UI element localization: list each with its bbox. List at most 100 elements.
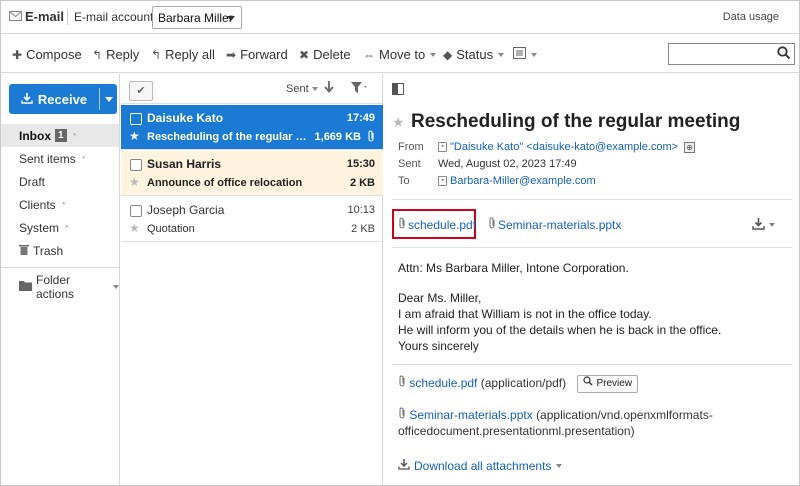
message-checkbox[interactable] (130, 205, 142, 217)
star-icon[interactable]: ★ (129, 175, 140, 189)
attachment-name-link[interactable]: Seminar-materials.pptx (409, 408, 532, 422)
sent-value: Wed, August 02, 2023 17:49 (438, 158, 577, 170)
sort-direction-icon[interactable] (324, 81, 334, 96)
reply-all-icon: ↰ (151, 47, 162, 62)
reply-all-button[interactable]: ↰ Reply all (151, 47, 215, 62)
sidebar-item-draft[interactable]: Draft (1, 170, 119, 193)
body-line: Dear Ms. Miller, (398, 291, 482, 305)
reply-all-label: Reply all (165, 47, 215, 62)
sidebar-item-label: System (19, 220, 60, 235)
status-button[interactable]: ◆ Status (443, 47, 505, 62)
preview-button[interactable]: Preview (577, 375, 639, 393)
forward-icon: ➡ (226, 47, 237, 62)
divider (392, 364, 792, 365)
preview-label: Preview (596, 378, 633, 389)
search-input[interactable] (669, 44, 769, 64)
message-subject: Quotation (147, 223, 195, 235)
sort-select[interactable]: Sent (286, 83, 318, 95)
chevron-down-icon (113, 285, 119, 289)
list-header: ✔ Sent (121, 74, 383, 104)
paperclip-icon (488, 217, 496, 232)
message-checkbox[interactable] (130, 113, 142, 125)
attachment-name-link[interactable]: schedule.pdf (409, 376, 477, 390)
star-icon[interactable]: ★ (129, 221, 140, 235)
star-icon[interactable]: ★ (392, 114, 405, 131)
app-title[interactable]: E-mail (9, 9, 64, 24)
sidebar-item-trash[interactable]: Trash (1, 239, 119, 262)
body-line: I am afraid that William is not in the o… (398, 307, 652, 321)
select-all-checkbox[interactable]: ✔ (129, 81, 153, 101)
body-line: Attn: Ms Barbara Miller, Intone Corporat… (398, 261, 629, 275)
search-icon[interactable] (777, 46, 791, 63)
delete-button[interactable]: ✖ Delete (299, 47, 351, 62)
from-value: ▪ "Daisuke Kato" <daisuke-kato@example.c… (438, 141, 696, 153)
chevron-down-icon (227, 16, 235, 21)
receive-dropdown-icon[interactable] (105, 97, 113, 102)
user-icon: ▪ (438, 142, 447, 152)
sidebar-item-sent-items[interactable]: Sent items ◔ (1, 147, 119, 170)
search-box (668, 43, 795, 65)
feed-icon: ◔ (59, 199, 66, 210)
to-value: ▪ Barbara-Miller@example.com (438, 175, 596, 187)
message-time: 10:13 (347, 204, 375, 216)
reply-button[interactable]: ↰ Reply (92, 47, 139, 62)
sidebar-item-system[interactable]: System ◔ (1, 216, 119, 239)
add-address-icon[interactable]: ⊕ (684, 141, 696, 153)
trash-icon (19, 244, 29, 258)
pane-toggle-icon[interactable] (392, 83, 404, 95)
star-icon[interactable]: ★ (129, 129, 140, 143)
divider (1, 267, 119, 268)
to-label: To (398, 175, 410, 187)
more-menu-button[interactable] (513, 47, 537, 62)
attachment-type: (application/vnd.openxmlformats- (536, 408, 713, 422)
message-title: Rescheduling of the regular meeting (411, 111, 741, 132)
to-address-link[interactable]: Barbara-Miller@example.com (450, 175, 596, 187)
from-address-link[interactable]: "Daisuke Kato" <daisuke-kato@example.com… (450, 141, 678, 153)
paperclip-icon (398, 217, 406, 232)
sidebar-item-clients[interactable]: Clients ◔ (1, 193, 119, 216)
status-label: Status (456, 47, 494, 62)
list-item[interactable]: ★ Joseph Garcia 10:13 Quotation 2 KB (121, 197, 383, 242)
divider (99, 88, 100, 110)
chevron-down-icon (311, 87, 318, 91)
chevron-down-icon (556, 463, 563, 468)
filter-icon[interactable] (351, 82, 369, 97)
download-all-link[interactable]: Download all attachments (398, 458, 563, 473)
message-subject: Rescheduling of the regular me... (147, 131, 307, 143)
sidebar-item-label: Draft (19, 174, 46, 189)
sidebar-item-label: Inbox (19, 128, 51, 143)
feed-icon: ◔ (70, 130, 77, 141)
delete-icon: ✖ (299, 47, 310, 62)
delete-label: Delete (313, 47, 351, 62)
feed-icon: ◔ (63, 222, 70, 233)
folder-actions-button[interactable]: Folder actions (19, 273, 119, 301)
download-icon (398, 458, 410, 473)
list-item[interactable]: ★ Daisuke Kato 17:49 Rescheduling of the… (121, 105, 383, 150)
message-body: Attn: Ms Barbara Miller, Intone Corporat… (398, 260, 721, 354)
account-select[interactable]: Barbara Miller (152, 6, 242, 29)
receive-label: Receive (37, 91, 88, 107)
move-to-button[interactable]: ⇔ Move to (363, 47, 437, 62)
attachment-link-schedule[interactable]: schedule.pdf (398, 217, 476, 232)
message-list: ✔ Sent ★ Daisuke Kato 17:49 Rescheduling… (121, 74, 383, 485)
folder-icon (19, 280, 32, 294)
attachment-entry-schedule: schedule.pdf (application/pdf) Preview (398, 375, 639, 393)
reading-pane: ★ Rescheduling of the regular meeting Fr… (384, 74, 799, 485)
attachment-link-seminar[interactable]: Seminar-materials.pptx (488, 217, 621, 232)
forward-button[interactable]: ➡ Forward (226, 47, 288, 62)
message-checkbox[interactable] (130, 159, 142, 171)
magnifier-icon (583, 376, 593, 392)
sidebar-item-label: Sent items (19, 151, 76, 166)
attachment-name: schedule.pdf (408, 217, 477, 232)
download-icon (21, 92, 33, 107)
sidebar-item-inbox[interactable]: Inbox 1 ◔ (1, 124, 119, 147)
sent-row: Sent Wed, August 02, 2023 17:49 (398, 158, 577, 170)
chevron-down-icon (430, 52, 437, 57)
receive-button[interactable]: Receive (9, 84, 99, 114)
list-item[interactable]: ★ Susan Harris 15:30 Announce of office … (121, 151, 383, 196)
compose-button[interactable]: ✚ Compose (12, 47, 82, 62)
divider (392, 247, 792, 248)
download-attachments-button[interactable] (752, 217, 775, 233)
sent-label: Sent (398, 158, 421, 170)
data-usage-link[interactable]: Data usage (723, 11, 779, 23)
